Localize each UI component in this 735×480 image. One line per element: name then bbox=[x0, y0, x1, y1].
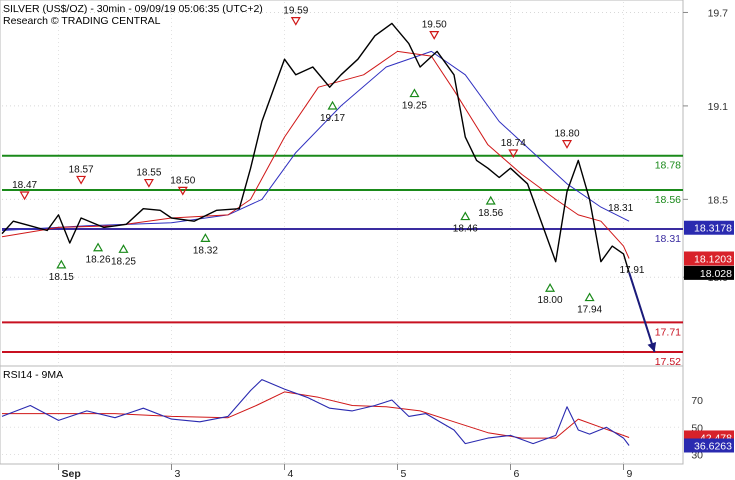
peak-label: 18.55 bbox=[136, 168, 161, 179]
price-annotation: 17.91 bbox=[619, 265, 644, 276]
time-tick-label: 9 bbox=[627, 468, 633, 480]
rsi-tick-label: 70 bbox=[691, 395, 703, 407]
trough-label: 18.25 bbox=[111, 256, 136, 267]
peak-label: 18.50 bbox=[170, 175, 195, 186]
time-tick-label: Sep bbox=[62, 468, 81, 480]
trough-label: 19.25 bbox=[402, 101, 427, 112]
peak-label: 18.57 bbox=[69, 164, 94, 175]
ma-slow-tag: 18.3178 bbox=[694, 223, 732, 235]
price-axis: 19.719.118.518.018.317818.120318.028 bbox=[683, 7, 734, 284]
price-annotation: 18.31 bbox=[608, 203, 633, 214]
price-chart: 18.7818.5618.3117.7117.52 18.4718.57 18.5… bbox=[0, 0, 734, 480]
peak-label: 19.50 bbox=[422, 20, 447, 31]
price-tick-label: 19.1 bbox=[708, 101, 729, 113]
chart-title: SILVER (US$/OZ) - 30min - 09/09/19 05:06… bbox=[3, 3, 263, 15]
level-label: 18.31 bbox=[655, 233, 681, 245]
time-axis: Sep 3 4 5 6 9 bbox=[58, 464, 633, 480]
chart-subtitle: Research © TRADING CENTRAL bbox=[3, 15, 161, 27]
time-tick-label: 4 bbox=[288, 468, 294, 480]
peak-label: 19.59 bbox=[283, 6, 308, 17]
level-label: 17.71 bbox=[655, 326, 681, 338]
trough-label: 17.94 bbox=[577, 305, 602, 316]
rsi-value-tag: 36.6263 bbox=[694, 440, 732, 452]
price-tick-label: 18.5 bbox=[708, 194, 729, 206]
time-tick-label: 6 bbox=[514, 468, 520, 480]
time-tick-label: 3 bbox=[175, 468, 181, 480]
price-tick-label: 19.7 bbox=[708, 7, 729, 19]
time-tick-label: 5 bbox=[401, 468, 407, 480]
trough-label: 19.17 bbox=[320, 113, 345, 124]
trough-label: 18.56 bbox=[478, 208, 503, 219]
current-price-tag: 18.028 bbox=[700, 268, 732, 280]
level-label: 18.56 bbox=[655, 194, 681, 206]
peak-label: 18.74 bbox=[501, 138, 526, 149]
level-label: 18.78 bbox=[655, 160, 681, 172]
level-label: 17.52 bbox=[655, 356, 681, 368]
trough-label: 18.46 bbox=[453, 224, 478, 235]
trough-label: 18.32 bbox=[193, 245, 218, 256]
chart-root: 18.78 18.56 18.31 17.71 17.52 18.47 18.57 18.5… bbox=[0, 0, 735, 480]
rsi-title: RSI14 - 9MA bbox=[3, 369, 63, 381]
trough-label: 18.00 bbox=[538, 295, 563, 306]
trough-label: 18.26 bbox=[86, 255, 111, 266]
peak-label: 18.47 bbox=[12, 180, 37, 191]
trough-label: 18.15 bbox=[49, 272, 74, 283]
peak-label: 18.80 bbox=[554, 129, 579, 140]
ma-fast-tag: 18.1203 bbox=[694, 253, 732, 265]
